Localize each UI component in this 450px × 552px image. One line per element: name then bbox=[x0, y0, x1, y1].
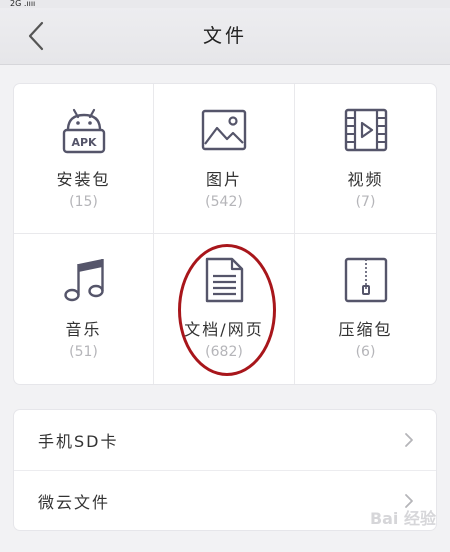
list-item-label: 手机SD卡 bbox=[38, 432, 119, 451]
category-video[interactable]: 视频 (7) bbox=[295, 84, 436, 234]
status-bar: 2G .ıııı bbox=[0, 0, 450, 8]
document-icon bbox=[205, 257, 244, 303]
category-count: (15) bbox=[69, 194, 98, 210]
category-label: 压缩包 bbox=[338, 320, 393, 339]
category-label: 文档/网页 bbox=[184, 320, 264, 339]
list-item-sd-card[interactable]: 手机SD卡 bbox=[14, 410, 436, 470]
category-zip[interactable]: 压缩包 (6) bbox=[295, 234, 436, 384]
chevron-left-icon bbox=[28, 21, 44, 51]
status-text: 2G .ıııı bbox=[10, 0, 36, 8]
category-label: 视频 bbox=[347, 170, 384, 189]
category-apk[interactable]: APK 安装包 (15) bbox=[14, 84, 154, 234]
category-image[interactable]: 图片 (542) bbox=[154, 84, 295, 234]
chevron-right-icon bbox=[405, 494, 413, 508]
category-count: (6) bbox=[355, 344, 376, 360]
list-item-label: 微云文件 bbox=[38, 492, 111, 512]
page-title: 文件 bbox=[202, 25, 247, 47]
video-icon bbox=[344, 108, 387, 152]
category-count: (682) bbox=[205, 344, 243, 360]
music-note-icon bbox=[63, 259, 104, 302]
list-item-weiyun[interactable]: 微云文件 bbox=[14, 470, 436, 530]
category-label: 图片 bbox=[205, 170, 242, 189]
category-count: (51) bbox=[69, 344, 98, 360]
category-document[interactable]: 文档/网页 (682) bbox=[154, 234, 295, 384]
image-icon bbox=[201, 109, 247, 151]
apk-badge-text: APK bbox=[71, 136, 97, 149]
category-grid: APK 安装包 (15) 图片 (542) 视频 (7) 音乐 (51) 文档/… bbox=[14, 84, 436, 384]
category-count: (542) bbox=[205, 194, 243, 210]
apk-android-icon: APK bbox=[62, 108, 105, 154]
header-bar: 文件 bbox=[0, 8, 450, 65]
category-label: 音乐 bbox=[65, 320, 102, 339]
category-count: (7) bbox=[355, 194, 376, 210]
back-button[interactable] bbox=[18, 18, 54, 54]
storage-list: 手机SD卡 微云文件 bbox=[14, 410, 436, 530]
zip-archive-icon bbox=[344, 257, 387, 303]
category-label: 安装包 bbox=[56, 170, 111, 189]
chevron-right-icon bbox=[405, 433, 413, 447]
category-music[interactable]: 音乐 (51) bbox=[14, 234, 154, 384]
